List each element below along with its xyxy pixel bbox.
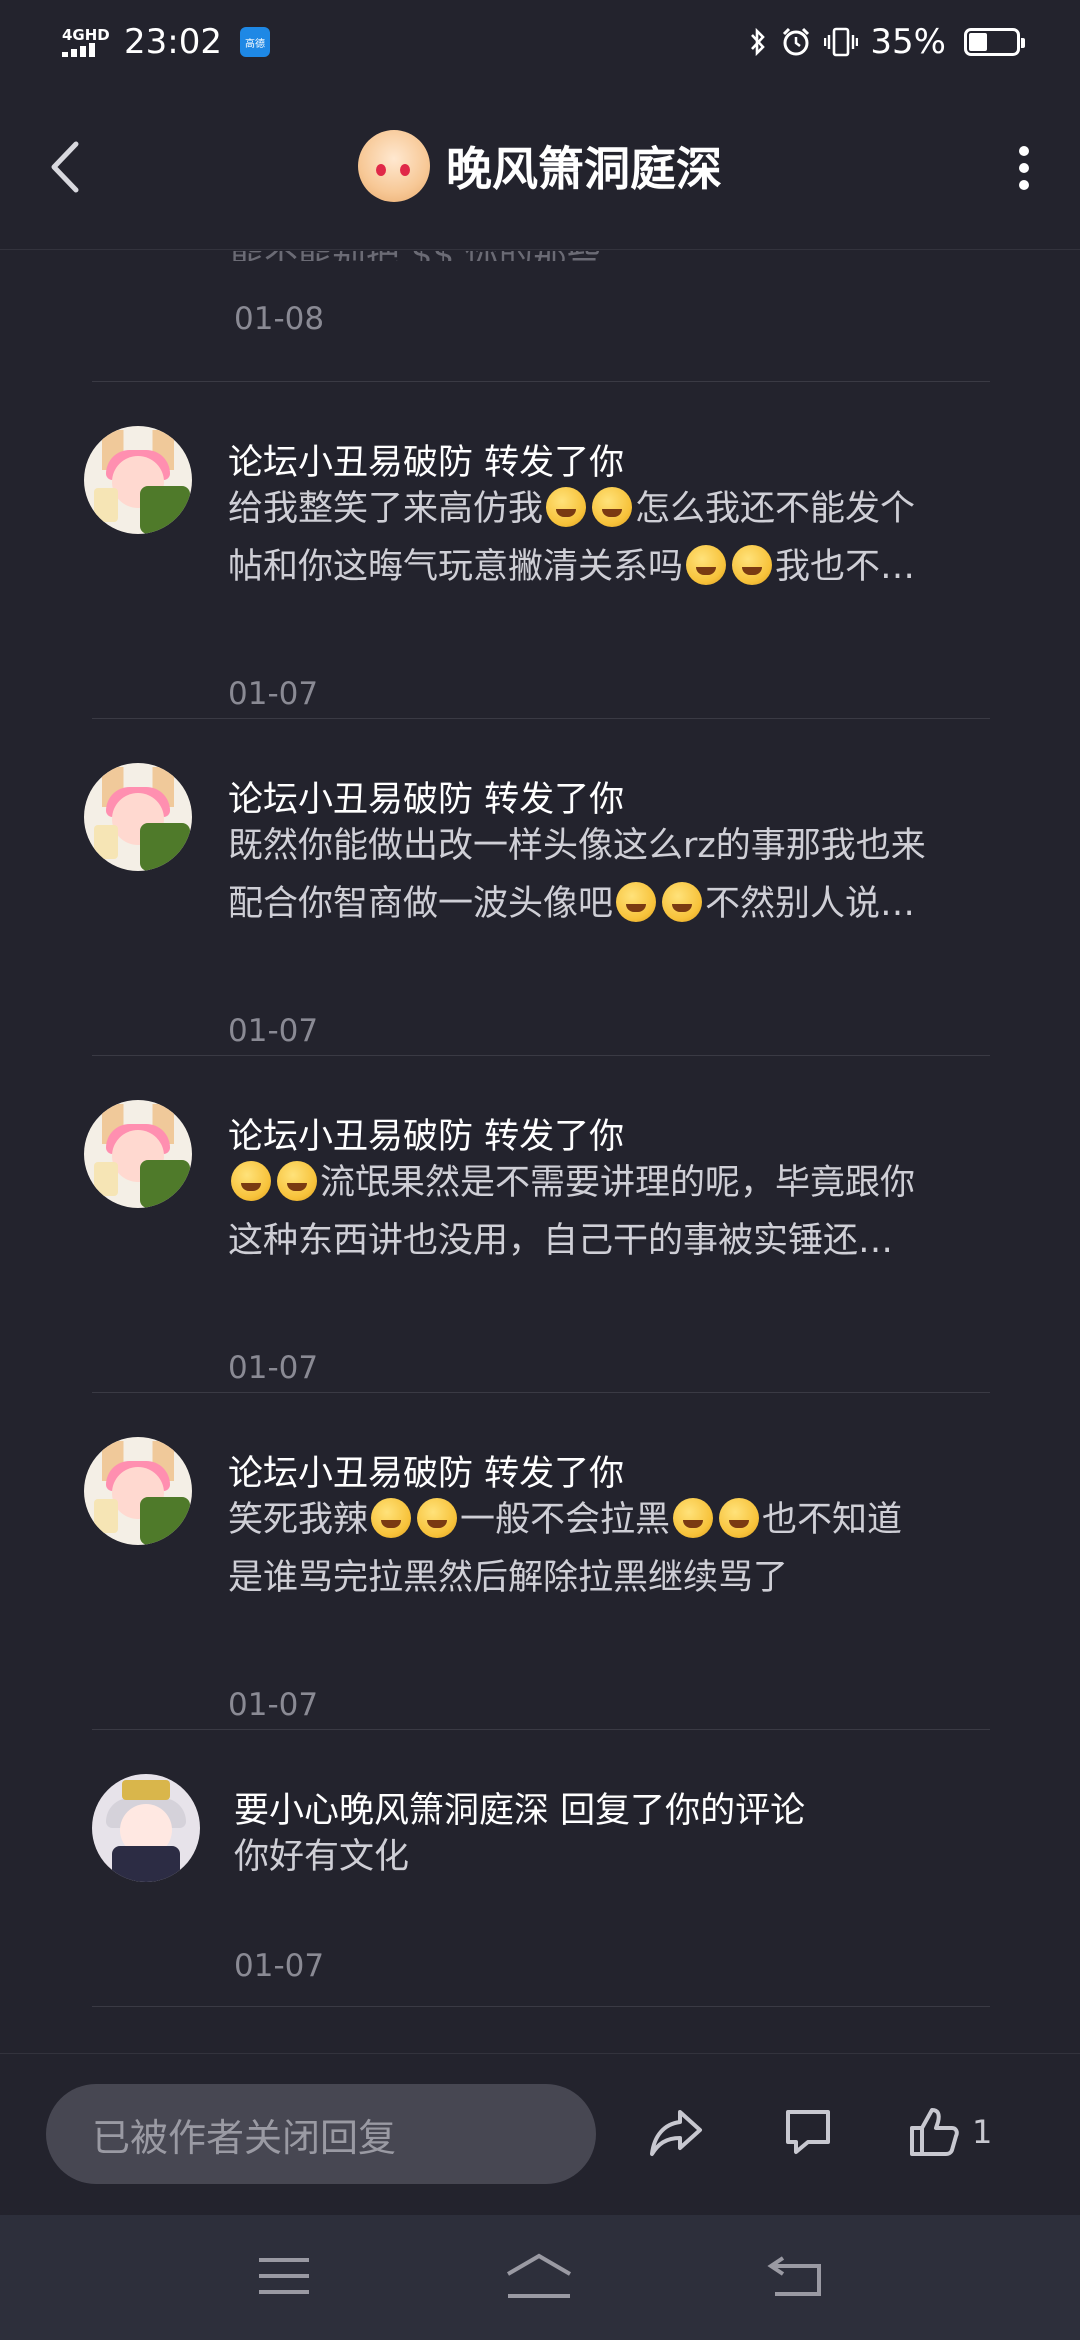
home-icon (506, 2253, 571, 2298)
like-count: 1 (972, 2113, 993, 2151)
map-app-badge-icon: 高德 (239, 27, 270, 57)
content-text: 不然别人说… (705, 884, 916, 924)
divider (92, 1055, 990, 1056)
divider (92, 718, 990, 719)
content-text: 笑死我辣 (228, 1500, 369, 1540)
content-text: 给我整笑了来高仿我 (228, 489, 544, 529)
item-content[interactable]: 既然你能做出改一样头像这么rz的事那我也来 配合你智商做一波头像吧 不然别人说… (228, 817, 926, 933)
content-text: 你好有文化 (234, 1837, 410, 1877)
item-title[interactable]: 论坛小丑易破防 转发了你 (228, 771, 624, 822)
item-title[interactable]: 论坛小丑易破防 转发了你 (228, 434, 624, 485)
content-text: 怎么我还不能发个 (635, 489, 916, 529)
avatar[interactable] (84, 1100, 192, 1208)
list-item[interactable]: 要小心晚风箫洞庭深 回复了你的评论 你好有文化 01-07 (0, 1754, 1080, 2044)
header: 晚风箫洞庭深 (0, 84, 1080, 250)
grin-emoji-icon (719, 1498, 760, 1538)
list-item[interactable]: 论坛小丑易破防 转发了你 给我整笑了来高仿我 怎么我还不能发个 帖和你这晦气玩意撇… (0, 406, 1080, 736)
bluetooth-icon (751, 27, 766, 57)
content-text: 我也不… (775, 547, 916, 587)
yum-emoji-icon (686, 545, 727, 585)
back-icon (767, 2255, 822, 2296)
comment-button[interactable] (782, 2102, 834, 2162)
user-avatar[interactable] (358, 130, 430, 202)
thumbs-up-icon (910, 2108, 959, 2156)
nav-home-button[interactable] (504, 2252, 574, 2304)
network-label: 4GHD (62, 26, 110, 44)
avatar[interactable] (92, 1774, 200, 1882)
grin-emoji-icon (417, 1498, 458, 1538)
yum-emoji-icon (732, 545, 773, 585)
item-date: 01-07 (228, 1013, 319, 1049)
comment-icon (786, 2110, 830, 2154)
battery-percent: 35% (870, 22, 946, 62)
smile-emoji-icon (616, 882, 657, 922)
network-indicator: 4GHD (62, 27, 112, 57)
alarm-icon (783, 27, 810, 56)
avatar[interactable] (84, 763, 192, 871)
list-item[interactable]: 论坛小丑易破防 转发了你 既然你能做出改一样头像这么rz的事那我也来 配合你智商… (0, 743, 1080, 1073)
content-text: 一般不会拉黑 (460, 1500, 671, 1540)
grin-emoji-icon (546, 487, 587, 527)
action-bar: 已被作者关闭回复 1 (0, 2053, 1080, 2215)
signal-icon (62, 43, 112, 57)
grin-emoji-icon (231, 1161, 271, 1201)
item-content[interactable]: 你好有文化 (234, 1828, 409, 1886)
item-title[interactable]: 论坛小丑易破防 转发了你 (228, 1108, 624, 1159)
divider (92, 1392, 990, 1393)
item-content[interactable]: 流氓果然是不需要讲理的呢，毕竟跟你 这种东西讲也没用，自己干的事被实锤还… (228, 1154, 915, 1270)
content-text: 也不知道 (762, 1500, 903, 1540)
partial-item-date: 01-08 (234, 301, 325, 337)
content-text: 是谁骂完拉黑然后解除拉黑继续骂了 (228, 1558, 789, 1598)
grin-emoji-icon (673, 1498, 714, 1538)
divider (92, 381, 990, 382)
list-item[interactable]: 论坛小丑易破防 转发了你 流氓果然是不需要讲理的呢，毕竟跟你 这种东西讲也没用，… (0, 1080, 1080, 1410)
content-text: 帖和你这晦气玩意撇清关系吗 (228, 547, 684, 587)
grin-emoji-icon (277, 1161, 317, 1201)
item-date: 01-07 (228, 676, 319, 712)
share-icon (650, 2110, 702, 2156)
system-nav-bar (0, 2215, 1080, 2340)
divider (92, 1729, 990, 1730)
menu-icon (258, 2257, 309, 2294)
avatar[interactable] (84, 1437, 192, 1545)
item-date: 01-07 (228, 1687, 319, 1723)
reply-input[interactable]: 已被作者关闭回复 (46, 2084, 596, 2184)
like-button[interactable]: 1 (908, 2102, 992, 2162)
nav-back-button[interactable] (767, 2254, 823, 2302)
grin-emoji-icon (592, 487, 633, 527)
more-vertical-icon (1019, 146, 1029, 156)
nav-menu-button[interactable] (257, 2256, 311, 2300)
clock: 23:02 (124, 22, 222, 62)
content-text: 流氓果然是不需要讲理的呢，毕竟跟你 (320, 1163, 916, 1203)
item-date: 01-07 (228, 1350, 319, 1386)
grin-emoji-icon (371, 1498, 412, 1538)
page-title: 晚风箫洞庭深 (446, 142, 722, 196)
avatar[interactable] (84, 426, 192, 534)
item-content[interactable]: 给我整笑了来高仿我 怎么我还不能发个 帖和你这晦气玩意撇清关系吗 我也不… (228, 480, 915, 596)
notification-list[interactable]: 能不能别把 $$ 你的那些... 01-08 论坛小丑易破防 转发了你 给我整笑… (0, 251, 1080, 2051)
title-area[interactable]: 晚风箫洞庭深 (0, 130, 1080, 202)
content-text: 这种东西讲也没用，自己干的事被实锤还… (228, 1221, 894, 1261)
item-title[interactable]: 论坛小丑易破防 转发了你 (228, 1445, 624, 1496)
content-text: 配合你智商做一波头像吧 (228, 884, 614, 924)
share-button[interactable] (648, 2102, 704, 2162)
item-date: 01-07 (234, 1948, 325, 1984)
vibrate-icon (824, 27, 859, 57)
status-bar: 4GHD 23:02 高德 35% (0, 0, 1080, 84)
item-content[interactable]: 笑死我辣 一般不会拉黑 也不知道 是谁骂完拉黑然后解除拉黑继续骂了 (228, 1491, 902, 1607)
content-text: 既然你能做出改一样头像这么rz的事那我也来 (228, 826, 926, 866)
divider (92, 2006, 990, 2007)
item-title[interactable]: 要小心晚风箫洞庭深 回复了你的评论 (234, 1782, 805, 1833)
battery-icon (964, 28, 1025, 56)
smile-emoji-icon (662, 882, 703, 922)
more-button[interactable] (1014, 146, 1034, 190)
list-item[interactable]: 论坛小丑易破防 转发了你 笑死我辣 一般不会拉黑 也不知道 是谁骂完拉黑然后解除拉黑… (0, 1417, 1080, 1747)
partial-item-content: 能不能别把 $$ 你的那些... (230, 251, 633, 261)
